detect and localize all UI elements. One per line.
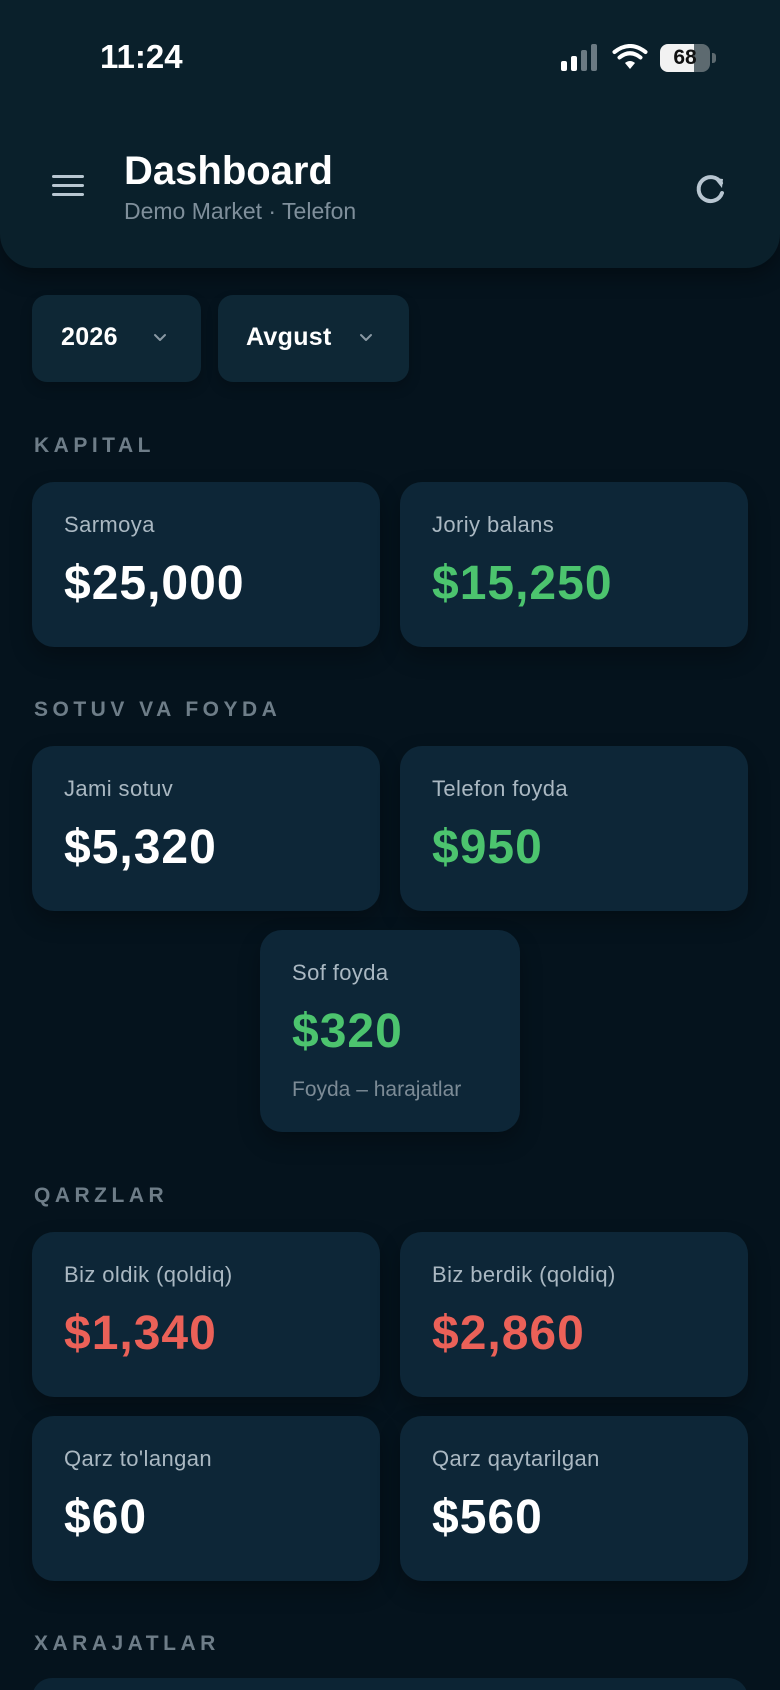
card-label: Telefon foyda [432, 776, 569, 801]
menu-line-top [52, 175, 84, 178]
card-value: $320 [292, 1005, 403, 1058]
section-title-capital: KAPITAL [34, 434, 155, 457]
refresh-icon[interactable] [692, 171, 728, 207]
card-value: $15,250 [432, 557, 613, 610]
wifi-icon [612, 44, 648, 69]
hamburger-menu-icon[interactable] [50, 172, 86, 200]
debt-card-given-balance: Biz berdik (qoldiq) $2,860 [400, 1232, 748, 1397]
debt-card-received-balance: Biz oldik (qoldiq) $1,340 [32, 1232, 380, 1397]
expenses-card-partial [32, 1678, 748, 1690]
card-label: Biz berdik (qoldiq) [432, 1262, 616, 1287]
card-label: Jami sotuv [64, 776, 174, 801]
app-header: 11:24 68 Dashboard Demo Market · Telefon [0, 0, 780, 268]
sales-card-total-sales: Jami sotuv $5,320 [32, 746, 380, 911]
card-value: $2,860 [432, 1307, 585, 1360]
battery-icon: 68 [660, 44, 716, 72]
year-selector-label: 2026 [61, 323, 118, 351]
card-value: $60 [64, 1491, 148, 1544]
net-profit-card: Sof foyda $320 Foyda – harajatlar [260, 930, 520, 1132]
menu-line-bottom [52, 193, 84, 196]
card-label: Qarz to'langan [64, 1446, 212, 1471]
cellular-signal-icon [561, 44, 597, 71]
status-time: 11:24 [100, 38, 183, 75]
section-title-expenses: XARAJATLAR [34, 1632, 220, 1655]
menu-line-middle [52, 184, 84, 187]
chevron-down-icon [360, 334, 372, 341]
card-label: Sarmoya [64, 512, 155, 537]
section-title-debts: QARZLAR [34, 1184, 169, 1207]
sales-card-phone-profit: Telefon foyda $950 [400, 746, 748, 911]
card-value: $560 [432, 1491, 543, 1544]
debt-card-returned: Qarz qaytarilgan $560 [400, 1416, 748, 1581]
chevron-down-icon [154, 334, 166, 341]
month-selector[interactable]: Avgust [218, 295, 409, 382]
card-note: Foyda – harajatlar [292, 1078, 462, 1101]
page-subtitle: Demo Market · Telefon [124, 198, 357, 224]
page-title: Dashboard [124, 149, 333, 193]
card-label: Sof foyda [292, 960, 389, 985]
battery-level: 68 [673, 46, 697, 69]
card-label: Qarz qaytarilgan [432, 1446, 600, 1471]
month-selector-label: Avgust [246, 323, 332, 351]
card-value: $950 [432, 821, 543, 874]
card-value: $5,320 [64, 821, 217, 874]
dashboard-screen: 11:24 68 Dashboard Demo Market · Telefon [0, 0, 780, 1690]
card-label: Biz oldik (qoldiq) [64, 1262, 233, 1287]
capital-card-investment: Sarmoya $25,000 [32, 482, 380, 647]
card-value: $25,000 [64, 557, 245, 610]
capital-card-current-balance: Joriy balans $15,250 [400, 482, 748, 647]
section-title-sales-profit: SOTUV VA FOYDA [34, 698, 282, 721]
battery-cap [712, 53, 716, 63]
debt-card-paid: Qarz to'langan $60 [32, 1416, 380, 1581]
card-label: Joriy balans [432, 512, 555, 537]
year-selector[interactable]: 2026 [32, 295, 201, 382]
card-value: $1,340 [64, 1307, 217, 1360]
